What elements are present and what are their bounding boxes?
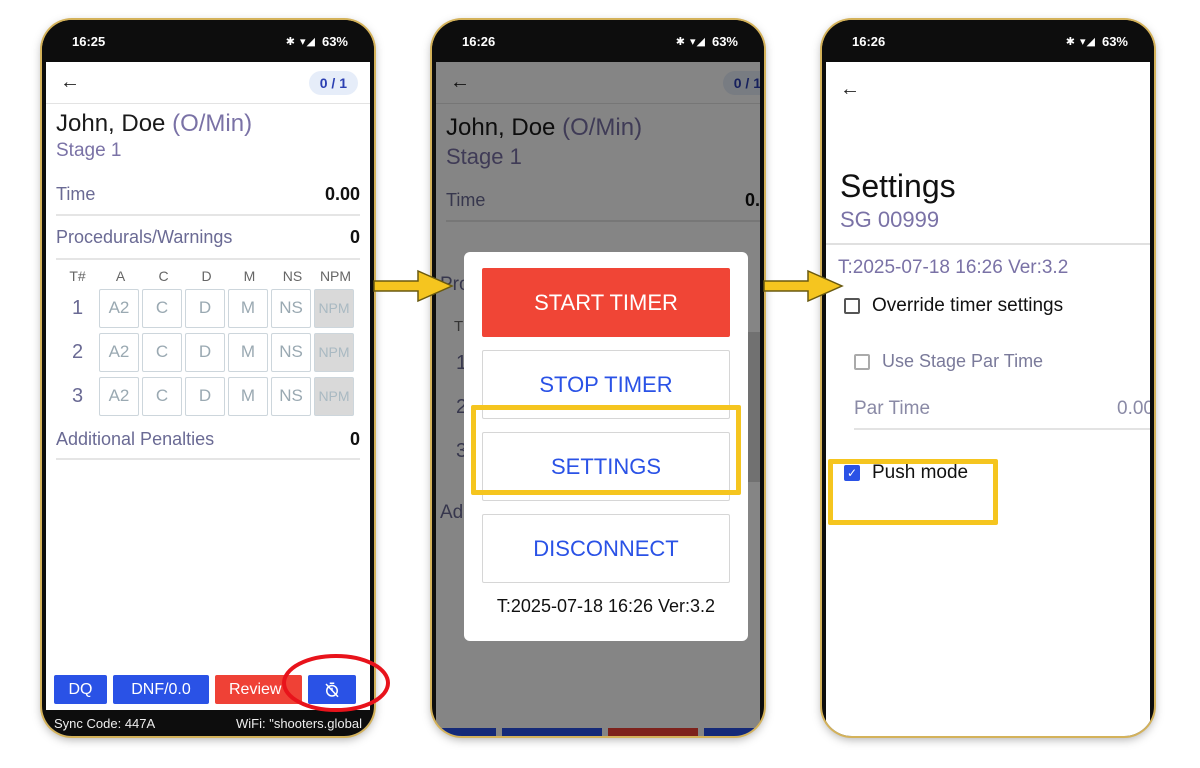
wifi-name: WiFi: "shooters.global: [236, 715, 362, 731]
use-stage-par-option[interactable]: Use Stage Par Time: [826, 317, 1150, 372]
hit-cell-c[interactable]: C: [142, 376, 182, 416]
procedurals-label: Procedurals/Warnings: [56, 226, 233, 247]
settings-screen: ← Settings SG 00999 T:2025-07-18 16:26 V…: [826, 62, 1150, 736]
scoring-screen-dimmed: ← 0 / 1 John, Doe (O/Min) Stage 1 Time 0…: [436, 62, 760, 736]
stage-label: Stage 1: [56, 140, 122, 161]
target-number: 1: [71, 296, 84, 319]
override-label: Override timer settings: [872, 295, 1064, 316]
time-label: Time: [56, 183, 96, 204]
dq-button[interactable]: DQ: [54, 675, 107, 704]
shooter-full-name: John, Doe: [56, 110, 166, 137]
hit-cell-ns[interactable]: NS: [271, 376, 311, 416]
hit-cell-a[interactable]: A2: [99, 332, 139, 372]
status-bar: 16:26 ✱ ▾◢ 63%: [432, 20, 764, 62]
use-par-label: Use Stage Par Time: [882, 351, 1044, 371]
procedurals-value: 0: [349, 226, 360, 247]
hits-grid: T# A C D M NS NPM 1 A2 C D M NS NPM 2 A2…: [56, 266, 360, 418]
procedurals-row[interactable]: Procedurals/Warnings 0: [56, 216, 360, 260]
shooter-division: (O/Min): [172, 110, 253, 137]
shooter-name: John, Doe (O/Min): [46, 104, 370, 138]
hit-cell-d[interactable]: D: [185, 376, 225, 416]
par-time-value: 0.00: [1117, 398, 1150, 419]
hit-cell-c[interactable]: C: [142, 288, 182, 328]
target-row: 2 A2 C D M NS NPM: [56, 330, 360, 374]
hit-cell-npm[interactable]: NPM: [314, 332, 354, 372]
target-row: 3 A2 C D M NS NPM: [56, 374, 360, 418]
status-bar: 16:25 ✱ ▾◢ 63%: [42, 20, 374, 62]
battery-level: 63%: [1101, 33, 1128, 49]
hit-cell-a[interactable]: A2: [99, 376, 139, 416]
hit-cell-ns[interactable]: NS: [271, 332, 311, 372]
hit-cell-a[interactable]: A2: [99, 288, 139, 328]
battery-level: 63%: [711, 33, 738, 49]
phone-settings: 16:26 ✱ ▾◢ 63% ← Settings SG 00999 T:202…: [822, 20, 1154, 736]
battery-level: 63%: [321, 33, 348, 49]
phone-scoring: 16:25 ✱ ▾◢ 63% ← 0 / 1 John, Doe (O/Min)…: [42, 20, 374, 736]
par-time-label: Par Time: [854, 398, 931, 419]
additional-penalties-value: 0: [349, 428, 360, 449]
signal-icons: ✱ ▾◢: [285, 35, 316, 48]
grid-header-cell: A: [115, 268, 126, 284]
back-arrow-icon[interactable]: ←: [840, 78, 860, 101]
grid-header-cell: M: [243, 268, 256, 284]
disconnect-button[interactable]: DISCONNECT: [482, 514, 730, 583]
target-row: 1 A2 C D M NS NPM: [56, 286, 360, 330]
phone-timer-dialog: 16:26 ✱ ▾◢ 63% ← 0 / 1 John, Doe (O/Min)…: [432, 20, 764, 736]
time-row[interactable]: Time 0.00: [56, 174, 360, 216]
hit-cell-d[interactable]: D: [185, 288, 225, 328]
grid-header-cell: T#: [69, 268, 86, 284]
override-timer-option[interactable]: Override timer settings: [826, 279, 1150, 317]
push-mode-label: Push mode: [872, 462, 969, 483]
grid-header: T# A C D M NS NPM: [56, 266, 360, 286]
highlight-circle: [282, 654, 390, 712]
target-number: 2: [71, 340, 84, 363]
settings-button[interactable]: SETTINGS: [482, 432, 730, 501]
scoring-screen: ← 0 / 1 John, Doe (O/Min) Stage 1 Time 0…: [46, 62, 370, 736]
top-bar: ← 0 / 1: [46, 62, 370, 104]
signal-icons: ✱ ▾◢: [675, 35, 706, 48]
time-value: 0.00: [324, 183, 360, 204]
page-counter: 0 / 1: [308, 70, 358, 95]
back-arrow-icon[interactable]: ←: [60, 71, 80, 94]
additional-penalties-row[interactable]: Additional Penalties 0: [56, 420, 360, 460]
grid-header-cell: C: [158, 268, 169, 284]
hit-cell-npm[interactable]: NPM: [314, 288, 354, 328]
push-mode-option[interactable]: ✓ Push mode: [826, 430, 1150, 484]
push-mode-checkbox[interactable]: ✓: [844, 465, 860, 481]
signal-icons: ✱ ▾◢: [1065, 35, 1096, 48]
override-checkbox[interactable]: [844, 298, 860, 314]
sync-code: Sync Code: 447A: [54, 715, 156, 731]
hit-cell-npm[interactable]: NPM: [314, 376, 354, 416]
settings-title: Settings: [840, 168, 956, 204]
grid-header-cell: NPM: [319, 268, 352, 284]
dnf-button[interactable]: DNF/0.0: [113, 675, 209, 704]
arrow-right-icon: [373, 269, 454, 303]
hit-cell-m[interactable]: M: [228, 376, 268, 416]
hit-cell-m[interactable]: M: [228, 332, 268, 372]
start-timer-button[interactable]: START TIMER: [482, 268, 730, 337]
settings-subtitle: SG 00999: [840, 207, 940, 232]
use-par-checkbox[interactable]: [854, 353, 870, 370]
status-bar: 16:26 ✱ ▾◢ 63%: [822, 20, 1154, 62]
grid-header-cell: NS: [282, 268, 303, 284]
timer-dialog: START TIMER STOP TIMER SETTINGS DISCONNE…: [464, 252, 748, 641]
stop-timer-button[interactable]: STOP TIMER: [482, 350, 730, 419]
hit-cell-c[interactable]: C: [142, 332, 182, 372]
target-number: 3: [71, 384, 84, 407]
version-text: T:2025-07-18 16:26 Ver:3.2: [496, 596, 716, 616]
additional-penalties-label: Additional Penalties: [56, 428, 215, 449]
version-text: T:2025-07-18 16:26 Ver:3.2: [838, 257, 1069, 278]
hit-cell-d[interactable]: D: [185, 332, 225, 372]
status-time: 16:26: [462, 33, 496, 49]
status-time: 16:26: [852, 33, 886, 49]
status-time: 16:25: [72, 33, 106, 49]
arrow-right-icon: [763, 269, 844, 303]
par-time-field[interactable]: Par Time 0.00: [854, 398, 1150, 430]
hit-cell-ns[interactable]: NS: [271, 288, 311, 328]
hit-cell-m[interactable]: M: [228, 288, 268, 328]
grid-header-cell: D: [201, 268, 212, 284]
